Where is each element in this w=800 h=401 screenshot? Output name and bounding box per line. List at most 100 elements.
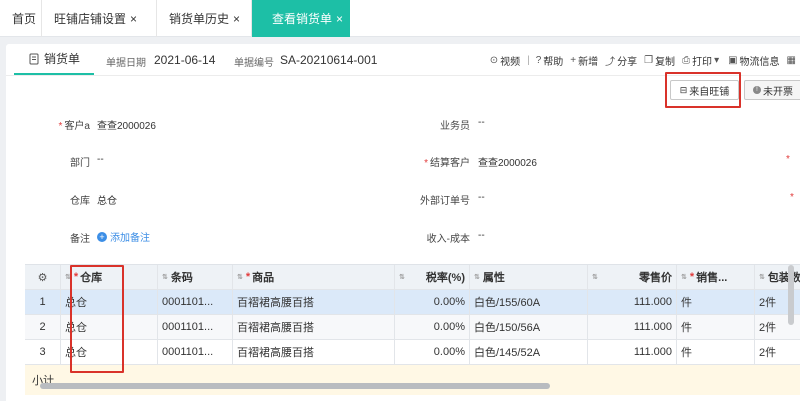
table-row[interactable]: 3 总仓 0001101... 百褶裙高腰百搭 0.00% 白色/145/52A… xyxy=(25,340,800,365)
warehouse-value[interactable]: 总仓 xyxy=(97,192,117,207)
tab-home[interactable]: 首页 xyxy=(0,0,42,37)
plus-icon: + xyxy=(570,54,577,66)
sort-icon[interactable]: ⇅ xyxy=(759,273,765,281)
printer-icon: ⎙ xyxy=(682,54,691,66)
settle-customer-value[interactable]: 查查2000026 xyxy=(478,154,537,169)
cell-barcode[interactable]: 0001101... xyxy=(158,340,233,364)
row-number: 3 xyxy=(25,340,61,364)
col-attr[interactable]: ⇅ 属性 xyxy=(470,265,588,289)
cell-unit[interactable]: 件 xyxy=(677,315,755,339)
doc-date-value: 2021-06-14 xyxy=(154,53,216,67)
settings-cell[interactable]: ⚙ xyxy=(25,265,61,289)
remark-label: 备注 xyxy=(70,234,90,245)
close-icon[interactable]: × xyxy=(336,12,343,26)
subtotal-row: 小计 xyxy=(25,365,800,395)
tab-home-label: 首页 xyxy=(12,12,37,26)
income-cost-value: -- xyxy=(478,230,485,241)
cell-price[interactable]: 111.000 xyxy=(588,340,677,364)
ext-order-label: 外部订单号 xyxy=(420,196,470,207)
income-cost-label: 收入-成本 xyxy=(426,234,470,245)
tab-shop-settings[interactable]: 旺铺店铺设置 × xyxy=(42,0,157,37)
sort-icon[interactable]: ⇅ xyxy=(399,273,405,281)
sort-icon[interactable]: ⇅ xyxy=(681,273,687,281)
cell-attr[interactable]: 白色/150/56A xyxy=(470,315,588,339)
help-label: 帮助 xyxy=(543,56,564,68)
source-badge[interactable]: ⊟ 来自旺铺 xyxy=(670,80,739,100)
ext-order-value[interactable]: -- xyxy=(478,192,485,203)
required-mark: * xyxy=(786,154,790,165)
cell-warehouse[interactable]: 总仓 xyxy=(61,340,158,364)
sort-icon[interactable]: ⇅ xyxy=(65,273,71,281)
cell-unit[interactable]: 件 xyxy=(677,340,755,364)
scrollbar-thumb[interactable] xyxy=(40,383,550,389)
sort-icon[interactable]: ⇅ xyxy=(237,273,243,281)
cell-pack[interactable]: 2件 xyxy=(755,340,800,364)
sort-icon[interactable]: ⇅ xyxy=(474,273,480,281)
sort-icon[interactable]: ⇅ xyxy=(592,273,598,281)
cell-warehouse[interactable]: 总仓 xyxy=(61,315,158,339)
row-number: 2 xyxy=(25,315,61,339)
cell-tax[interactable]: 0.00% xyxy=(395,340,470,364)
subtotal-label: 小计 xyxy=(32,375,54,387)
logistics-button[interactable]: ▣ 物流信息 xyxy=(728,53,779,68)
required-mark: * xyxy=(58,121,63,132)
col-barcode[interactable]: ⇅ 条码 xyxy=(158,265,233,289)
cell-tax[interactable]: 0.00% xyxy=(395,315,470,339)
share-button[interactable]: ⤴ 分享 xyxy=(605,53,637,68)
invoice-status-badge[interactable]: ! 未开票 xyxy=(744,80,800,100)
tab-sales-history[interactable]: 销货单历史 × xyxy=(157,0,252,37)
cell-product[interactable]: 百褶裙高腰百搭 xyxy=(233,340,395,364)
sort-icon[interactable]: ⇅ xyxy=(162,273,168,281)
document-icon xyxy=(29,53,39,64)
cell-price[interactable]: 111.000 xyxy=(588,315,677,339)
print-button[interactable]: ⎙ 打印 ▾ xyxy=(682,53,721,68)
cell-barcode[interactable]: 0001101... xyxy=(158,290,233,314)
tab-shop-settings-label: 旺铺店铺设置 xyxy=(54,12,127,26)
cell-attr[interactable]: 白色/145/52A xyxy=(470,340,588,364)
customer-value[interactable]: 查查2000026 xyxy=(97,117,156,132)
vertical-scrollbar[interactable] xyxy=(788,265,794,325)
more-icon[interactable]: ▦ xyxy=(787,55,798,66)
source-badge-label: 来自旺铺 xyxy=(689,86,730,98)
help-button[interactable]: ? 帮助 xyxy=(536,53,564,68)
cell-attr[interactable]: 白色/155/60A xyxy=(470,290,588,314)
cell-warehouse[interactable]: 总仓 xyxy=(61,290,158,314)
copy-button[interactable]: ❐ 复制 xyxy=(644,53,675,68)
table-row[interactable]: 1 总仓 0001101... 百褶裙高腰百搭 0.00% 白色/155/60A… xyxy=(25,290,800,315)
cell-price[interactable]: 111.000 xyxy=(588,290,677,314)
cell-unit[interactable]: 件 xyxy=(677,290,755,314)
info-icon: ! xyxy=(753,86,761,94)
col-product[interactable]: ⇅ * 商品 xyxy=(233,265,395,289)
tab-sales-history-label: 销货单历史 xyxy=(169,12,230,26)
col-warehouse[interactable]: ⇅ * 仓库 xyxy=(61,265,158,289)
table-row[interactable]: 2 总仓 0001101... 百褶裙高腰百搭 0.00% 白色/150/56A… xyxy=(25,315,800,340)
close-icon[interactable]: × xyxy=(233,12,240,26)
dept-label: 部门 xyxy=(70,158,90,169)
new-button[interactable]: + 新增 xyxy=(570,53,598,68)
dept-value[interactable]: -- xyxy=(97,154,104,165)
gear-icon[interactable]: ⚙ xyxy=(38,271,48,284)
horizontal-scrollbar[interactable] xyxy=(40,383,775,389)
cell-product[interactable]: 百褶裙高腰百搭 xyxy=(233,315,395,339)
toolbar: ⊙ 视频 | ? 帮助 + 新增 ⤴ 分享 ❐ 复制 ⎙ 打印 ▾ ▣ 物流信息 ▦ xyxy=(490,53,800,68)
cell-barcode[interactable]: 0001101... xyxy=(158,315,233,339)
subtab-sales-order[interactable]: 销货单 xyxy=(14,44,94,75)
video-button[interactable]: ⊙ 视频 xyxy=(490,53,520,68)
col-price[interactable]: ⇅ 零售价 xyxy=(588,265,677,289)
add-remark-link[interactable]: + 添加备注 xyxy=(97,229,150,244)
salesman-value[interactable]: -- xyxy=(478,117,485,128)
cell-tax[interactable]: 0.00% xyxy=(395,290,470,314)
copy-label: 复制 xyxy=(655,56,676,68)
share-icon: ⤴ xyxy=(605,56,616,68)
col-tax[interactable]: ⇅ 税率(%) xyxy=(395,265,470,289)
store-icon: ⊟ xyxy=(679,84,688,95)
col-unit[interactable]: ⇅ * 销售... xyxy=(677,265,755,289)
close-icon[interactable]: × xyxy=(130,12,137,26)
tab-view-sales-order[interactable]: 查看销货单 × xyxy=(252,0,350,37)
settle-customer-label: * 结算客户 xyxy=(406,154,470,169)
cell-product[interactable]: 百褶裙高腰百搭 xyxy=(233,290,395,314)
required-mark: * xyxy=(689,271,695,283)
col-warehouse-label: 仓库 xyxy=(80,272,103,284)
customer-label-text: 客户a xyxy=(64,121,90,132)
logistics-label: 物流信息 xyxy=(739,56,780,68)
